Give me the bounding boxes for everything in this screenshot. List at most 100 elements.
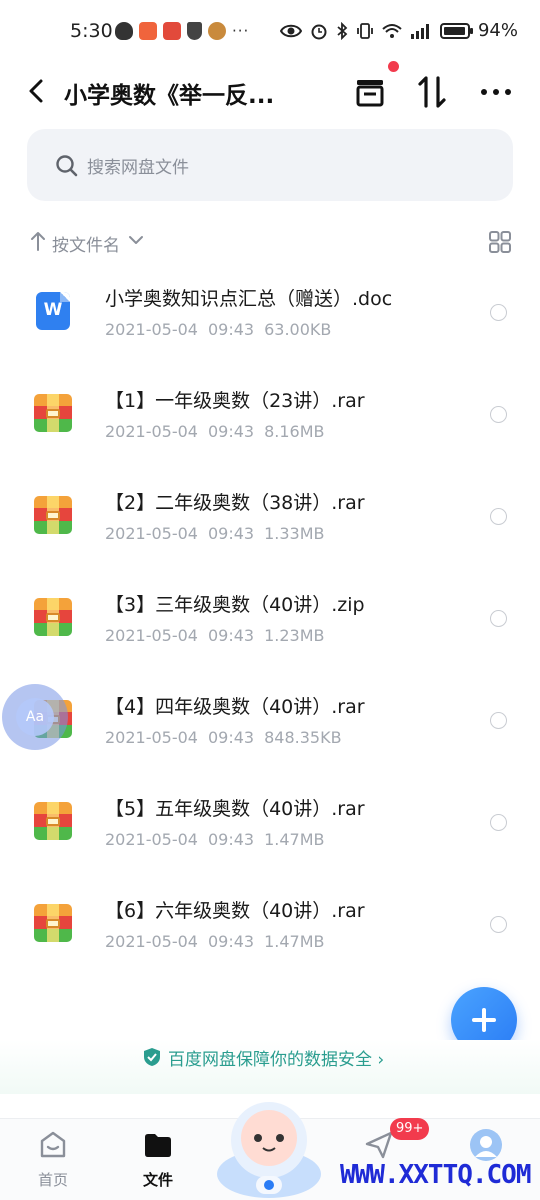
- listen-app-icon: [163, 22, 181, 40]
- select-radio[interactable]: [490, 508, 507, 525]
- file-date: 2021-05-04: [105, 320, 198, 339]
- select-radio[interactable]: [490, 406, 507, 423]
- chevron-down-icon[interactable]: [128, 234, 144, 246]
- monkey-app-icon: [208, 22, 226, 40]
- avatar: [470, 1129, 502, 1161]
- file-meta: 2021-05-04 09:43 8.16MB: [105, 422, 335, 441]
- file-time: 09:43: [207, 830, 255, 849]
- nav-files-label: 文件: [142, 1171, 173, 1189]
- shield-icon: [187, 22, 202, 40]
- file-row-2[interactable]: 【2】二年级奥数（38讲）.rar 2021-05-04 09:43 1.33MB: [0, 464, 540, 566]
- page-title: 小学奥数《举一反...: [64, 83, 275, 109]
- mascot-center-button[interactable]: [214, 1088, 324, 1200]
- file-row-doc[interactable]: W 小学奥数知识点汇总（赠送）.doc 2021-05-04 09:43 63.00…: [0, 260, 540, 362]
- file-time: 09:43: [207, 320, 255, 339]
- back-icon[interactable]: [22, 76, 52, 106]
- select-radio[interactable]: [490, 304, 507, 321]
- title-bar: 小学奥数《举一反...: [0, 61, 540, 118]
- file-date: 2021-05-04: [105, 830, 198, 849]
- file-name: 【1】一年级奥数（23讲）.rar: [105, 390, 365, 412]
- floating-assistant-bubble[interactable]: Aa: [2, 684, 68, 750]
- file-row-6[interactable]: 【6】六年级奥数（40讲）.rar 2021-05-04 09:43 1.47MB: [0, 872, 540, 974]
- archive-icon: [34, 496, 72, 534]
- file-time: 09:43: [207, 524, 255, 543]
- sort-by-name-button[interactable]: 按文件名: [52, 231, 120, 256]
- system-icons: 94%: [279, 20, 518, 41]
- alarm-icon: [311, 24, 327, 39]
- battery-icon: [439, 22, 473, 39]
- file-row-4[interactable]: 【4】四年级奥数（40讲）.rar 2021-05-04 09:43 848.35K…: [0, 668, 540, 770]
- file-time: 09:43: [207, 626, 255, 645]
- archive-icon: [34, 598, 72, 636]
- file-meta: 2021-05-04 09:43 1.33MB: [105, 524, 335, 543]
- file-size: 63.00KB: [264, 320, 332, 339]
- file-size: 848.35KB: [264, 728, 342, 747]
- select-radio[interactable]: [490, 916, 507, 933]
- file-date: 2021-05-04: [105, 524, 198, 543]
- select-radio[interactable]: [490, 610, 507, 627]
- file-name: 【3】三年级奥数（40讲）.zip: [105, 594, 365, 616]
- status-time: 5:30: [70, 20, 113, 42]
- file-name: 【5】五年级奥数（40讲）.rar: [105, 798, 365, 820]
- nav-files[interactable]: 文件: [118, 1119, 198, 1200]
- notification-icons: ···: [115, 22, 249, 40]
- search-bar[interactable]: 搜索网盘文件: [27, 129, 513, 201]
- watermark-text: WWW.XXTTQ.COM: [340, 1160, 531, 1190]
- file-name: 小学奥数知识点汇总（赠送）.doc: [105, 288, 393, 310]
- select-radio[interactable]: [490, 712, 507, 729]
- transfer-notification-dot: [388, 61, 399, 72]
- notification-badge: 99+: [390, 1118, 430, 1140]
- file-row-1[interactable]: 【1】一年级奥数（23讲）.rar 2021-05-04 09:43 8.16MB: [0, 362, 540, 464]
- file-row-3[interactable]: 【3】三年级奥数（40讲）.zip 2021-05-04 09:43 1.23MB: [0, 566, 540, 668]
- status-bar: 5:30 ··· 94%: [0, 0, 540, 66]
- vibrate-icon: [357, 22, 373, 39]
- bluetooth-icon: [337, 21, 348, 40]
- file-size: 1.47MB: [264, 830, 325, 849]
- search-icon: [56, 155, 78, 177]
- file-date: 2021-05-04: [105, 422, 198, 441]
- file-size: 1.47MB: [264, 932, 325, 951]
- nav-home-label: 首页: [37, 1171, 68, 1189]
- nav-home[interactable]: 首页: [13, 1119, 93, 1200]
- select-radio[interactable]: [490, 814, 507, 831]
- file-meta: 2021-05-04 09:43 1.47MB: [105, 830, 335, 849]
- file-list: W 小学奥数知识点汇总（赠送）.doc 2021-05-04 09:43 63.00…: [0, 260, 540, 974]
- file-row-5[interactable]: 【5】五年级奥数（40讲）.rar 2021-05-04 09:43 1.47MB: [0, 770, 540, 872]
- grid-view-icon[interactable]: [488, 230, 512, 254]
- file-date: 2021-05-04: [105, 626, 198, 645]
- file-size: 8.16MB: [264, 422, 325, 441]
- shield-check-icon: [144, 1048, 160, 1066]
- archive-icon: [34, 394, 72, 432]
- file-meta: 2021-05-04 09:43 63.00KB: [105, 320, 341, 339]
- qq-icon: [115, 22, 133, 40]
- file-time: 09:43: [207, 932, 255, 951]
- folder-icon: [145, 1134, 171, 1157]
- sort-row: 按文件名: [28, 228, 514, 258]
- signal-icon: [410, 23, 429, 39]
- more-options-icon[interactable]: [476, 72, 516, 112]
- file-size: 1.23MB: [264, 626, 325, 645]
- file-meta: 2021-05-04 09:43 848.35KB: [105, 728, 352, 747]
- security-banner-text: 百度网盘保障你的数据安全 ›: [168, 1050, 385, 1070]
- word-doc-icon: W: [34, 292, 72, 330]
- file-meta: 2021-05-04 09:43 1.47MB: [105, 932, 335, 951]
- archive-icon: [34, 904, 72, 942]
- file-size: 1.33MB: [264, 524, 325, 543]
- file-time: 09:43: [207, 728, 255, 747]
- file-meta: 2021-05-04 09:43 1.23MB: [105, 626, 335, 645]
- search-input[interactable]: 搜索网盘文件: [87, 153, 189, 178]
- file-name: 【6】六年级奥数（40讲）.rar: [105, 900, 365, 922]
- security-banner[interactable]: 百度网盘保障你的数据安全 ›: [0, 1040, 540, 1094]
- file-time: 09:43: [207, 422, 255, 441]
- archive-icon: [34, 802, 72, 840]
- transfer-list-icon[interactable]: [350, 72, 390, 112]
- floating-bubble-label: Aa: [16, 698, 54, 736]
- file-date: 2021-05-04: [105, 932, 198, 951]
- sort-ascending-icon[interactable]: [30, 231, 46, 251]
- sort-toggle-icon[interactable]: [412, 72, 452, 112]
- file-name: 【2】二年级奥数（38讲）.rar: [105, 492, 365, 514]
- file-date: 2021-05-04: [105, 728, 198, 747]
- eye-icon: [279, 24, 302, 37]
- more-notifications-icon: ···: [232, 22, 250, 40]
- battery-percent: 94%: [477, 20, 518, 41]
